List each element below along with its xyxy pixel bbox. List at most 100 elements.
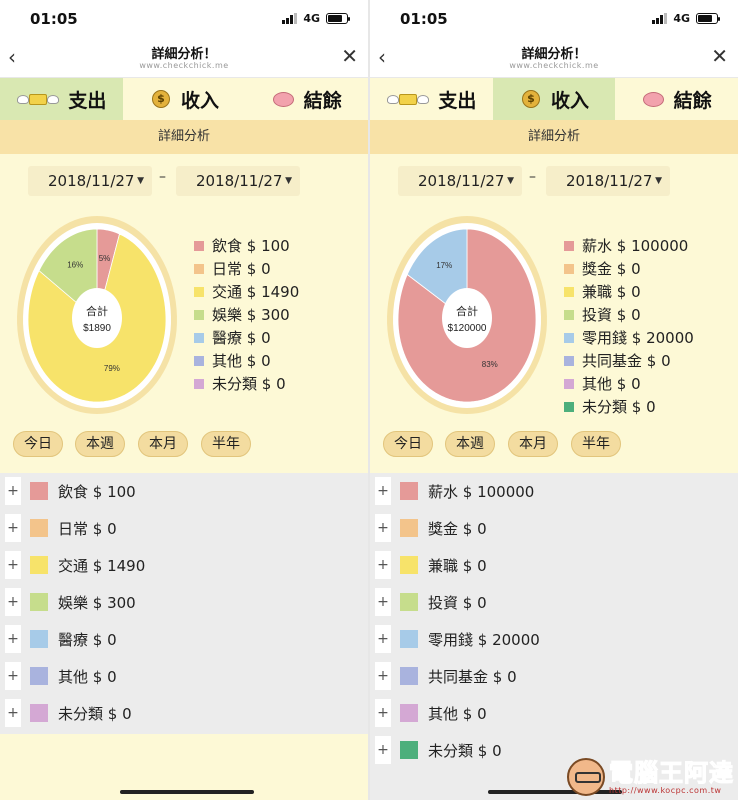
list-item[interactable]: + 未分類 $ 0: [375, 736, 502, 764]
period-month-button[interactable]: 本月: [508, 431, 558, 457]
egg-pie-chart: 83% 17% 合計 $120000: [387, 216, 547, 414]
period-today-button[interactable]: 今日: [13, 431, 63, 457]
flying-money-icon: [16, 89, 60, 109]
expand-plus-icon[interactable]: +: [5, 477, 21, 505]
close-icon[interactable]: ✕: [711, 44, 728, 68]
period-today-button[interactable]: 今日: [383, 431, 433, 457]
network-type: 4G: [673, 12, 690, 25]
date-range: 2018/11/27 ▼ – 2018/11/27 ▼: [370, 166, 738, 198]
list-item[interactable]: + 其他 $ 0: [375, 699, 487, 727]
page-title: 詳細分析！: [151, 47, 217, 62]
list-item-label: 兼職 $ 0: [428, 556, 487, 575]
list-item-label: 日常 $ 0: [58, 519, 117, 538]
period-month-button[interactable]: 本月: [138, 431, 188, 457]
list-item-label: 未分類 $ 0: [58, 704, 132, 723]
tab-expense[interactable]: 支出: [370, 78, 493, 120]
expand-plus-icon[interactable]: +: [375, 551, 391, 579]
list-item-label: 其他 $ 0: [58, 667, 117, 686]
period-buttons: 今日 本週 本月 半年: [370, 431, 738, 457]
category-color-swatch: [400, 741, 418, 759]
expand-plus-icon[interactable]: +: [5, 625, 21, 653]
list-item[interactable]: + 娛樂 $ 300: [5, 588, 136, 616]
expand-plus-icon[interactable]: +: [375, 514, 391, 542]
start-date-picker[interactable]: 2018/11/27 ▼: [398, 166, 522, 196]
period-halfyear-button[interactable]: 半年: [571, 431, 621, 457]
tab-expense-label: 支出: [68, 89, 107, 112]
start-date-picker[interactable]: 2018/11/27 ▼: [28, 166, 152, 196]
legend-swatch: [194, 309, 204, 320]
list-item-label: 醫療 $ 0: [58, 630, 117, 649]
list-item[interactable]: + 日常 $ 0: [5, 514, 117, 542]
page-title: 詳細分析！: [521, 47, 587, 62]
list-item[interactable]: + 其他 $ 0: [5, 662, 117, 690]
start-date-value: 2018/11/27: [418, 172, 505, 190]
tab-balance[interactable]: 結餘: [615, 78, 738, 120]
tab-balance[interactable]: 結餘: [245, 78, 368, 120]
legend-label: 日常 $ 0: [212, 260, 271, 278]
expand-plus-icon[interactable]: +: [375, 625, 391, 653]
list-item[interactable]: + 交通 $ 1490: [5, 551, 145, 579]
category-color-swatch: [400, 556, 418, 574]
end-date-picker[interactable]: 2018/11/27 ▼: [176, 166, 300, 196]
money-bag-icon: $: [149, 89, 173, 109]
nav-bar: ‹ 詳細分析！ www.checkchick.me ✕: [370, 38, 738, 78]
expand-plus-icon[interactable]: +: [375, 662, 391, 690]
close-icon[interactable]: ✕: [341, 44, 358, 68]
legend-label: 醫療 $ 0: [212, 329, 271, 347]
chart-legend: 薪水 $ 100000 獎金 $ 0 兼職 $ 0 投資 $ 0 零用錢 $ 20000…: [564, 234, 694, 418]
end-date-value: 2018/11/27: [196, 172, 283, 190]
list-item[interactable]: + 零用錢 $ 20000: [375, 625, 540, 653]
category-color-swatch: [30, 593, 48, 611]
status-bar: 01:05 4G: [0, 0, 368, 38]
expand-plus-icon[interactable]: +: [5, 662, 21, 690]
legend-item: 共同基金 $ 0: [564, 349, 694, 372]
pie-slice-label: 5%: [99, 254, 111, 263]
category-color-swatch: [400, 667, 418, 685]
expand-plus-icon[interactable]: +: [5, 699, 21, 727]
legend-swatch: [194, 378, 204, 389]
category-color-swatch: [400, 519, 418, 537]
right-screen: 01:05 4G ‹ 詳細分析！ www.checkchick.me ✕ 支出 …: [370, 0, 738, 800]
tab-income[interactable]: $ 收入: [492, 78, 616, 120]
period-week-button[interactable]: 本週: [445, 431, 495, 457]
end-date-picker[interactable]: 2018/11/27 ▼: [546, 166, 670, 196]
expand-plus-icon[interactable]: +: [5, 551, 21, 579]
list-item[interactable]: + 醫療 $ 0: [5, 625, 117, 653]
legend-swatch: [194, 240, 204, 251]
legend-item: 未分類 $ 0: [564, 395, 694, 418]
legend-label: 娛樂 $ 300: [212, 306, 290, 324]
list-item[interactable]: + 投資 $ 0: [375, 588, 487, 616]
category-color-swatch: [30, 556, 48, 574]
list-item[interactable]: + 薪水 $ 100000: [375, 477, 534, 505]
expand-plus-icon[interactable]: +: [5, 588, 21, 616]
expand-plus-icon[interactable]: +: [375, 736, 391, 764]
category-color-swatch: [30, 630, 48, 648]
watermark-title: 電腦王阿達: [609, 758, 734, 787]
list-item[interactable]: + 未分類 $ 0: [5, 699, 132, 727]
tab-expense[interactable]: 支出: [0, 78, 123, 120]
expand-plus-icon[interactable]: +: [375, 588, 391, 616]
legend-swatch: [564, 378, 574, 389]
network-type: 4G: [303, 12, 320, 25]
legend-label: 其他 $ 0: [582, 375, 641, 393]
list-item-label: 娛樂 $ 300: [58, 593, 136, 612]
expand-plus-icon[interactable]: +: [375, 699, 391, 727]
pie-slice-label: 16%: [67, 260, 83, 269]
expand-plus-icon[interactable]: +: [5, 514, 21, 542]
section-header: 詳細分析: [370, 120, 738, 154]
tab-income[interactable]: $ 收入: [123, 78, 246, 120]
pie-slice-label: 79%: [104, 364, 120, 373]
tab-expense-label: 支出: [438, 89, 477, 112]
expand-plus-icon[interactable]: +: [375, 477, 391, 505]
tab-bar: 支出 $ 收入 結餘: [0, 78, 368, 120]
list-item[interactable]: + 獎金 $ 0: [375, 514, 487, 542]
home-indicator[interactable]: [120, 790, 254, 794]
list-item[interactable]: + 共同基金 $ 0: [375, 662, 517, 690]
date-separator: –: [529, 169, 536, 185]
period-week-button[interactable]: 本週: [75, 431, 125, 457]
list-item[interactable]: + 兼職 $ 0: [375, 551, 487, 579]
piggy-bank-icon: [272, 89, 296, 109]
period-halfyear-button[interactable]: 半年: [201, 431, 251, 457]
flying-money-icon: [386, 89, 430, 109]
list-item[interactable]: + 飲食 $ 100: [5, 477, 136, 505]
